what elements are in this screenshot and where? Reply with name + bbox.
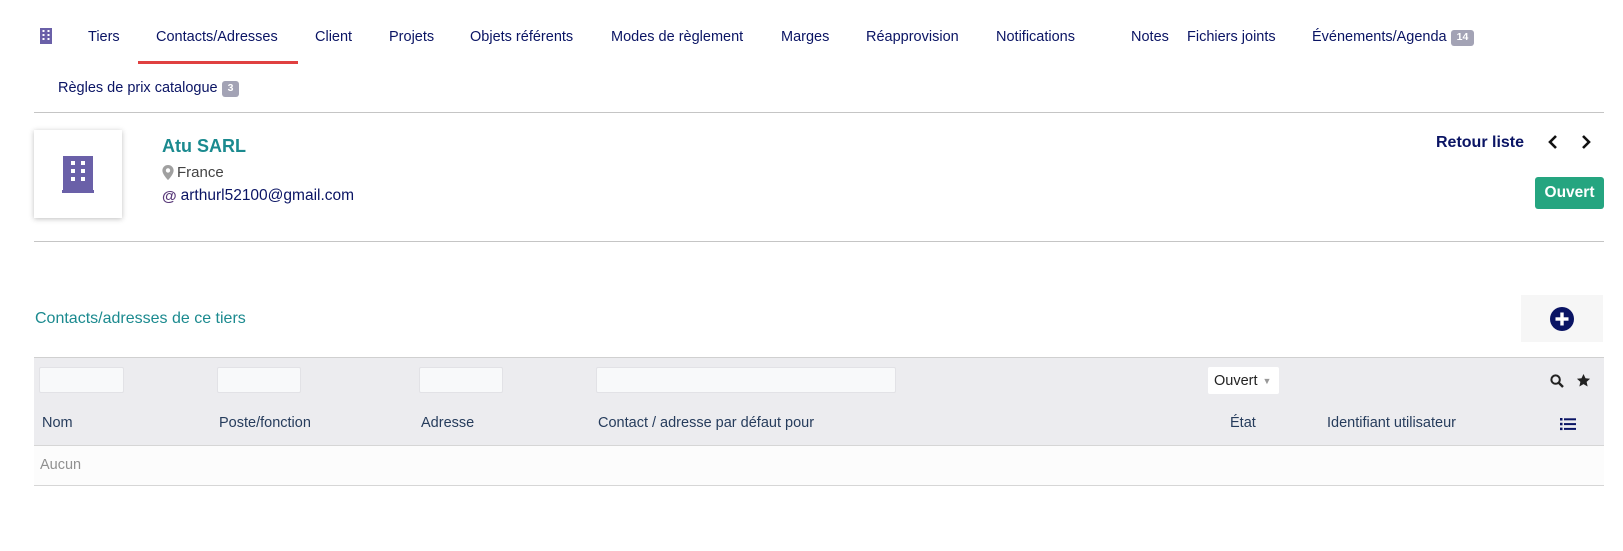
filter-adresse-input[interactable] bbox=[419, 367, 503, 393]
tab-fichiers-joints[interactable]: Fichiers joints bbox=[1187, 29, 1276, 45]
at-icon: @ bbox=[162, 187, 177, 205]
chevron-left-icon[interactable] bbox=[1545, 133, 1561, 151]
column-header-default-contact[interactable]: Contact / adresse par défaut pour bbox=[598, 415, 814, 431]
column-header-nom[interactable]: Nom bbox=[42, 415, 73, 431]
company-country: France bbox=[162, 164, 224, 181]
section-title: Contacts/adresses de ce tiers bbox=[35, 310, 246, 327]
caret-down-icon: ▼ bbox=[1262, 375, 1272, 386]
status-badge: Ouvert bbox=[1535, 177, 1604, 209]
tab-tiers[interactable]: Tiers bbox=[88, 29, 120, 45]
filter-poste-input[interactable] bbox=[217, 367, 301, 393]
tab-label: Notifications bbox=[996, 29, 1075, 45]
filter-status-select[interactable]: Ouvert ▼ bbox=[1208, 367, 1279, 394]
tab-notes[interactable]: Notes bbox=[1131, 29, 1169, 45]
company-avatar bbox=[34, 130, 122, 218]
search-icon[interactable] bbox=[1550, 374, 1564, 388]
tab-contacts-adresses[interactable]: Contacts/Adresses bbox=[156, 29, 278, 45]
company-name: Atu SARL bbox=[162, 136, 246, 156]
table-header: Ouvert ▼ Nom Poste/fonction Adresse Cont… bbox=[34, 357, 1604, 446]
column-header-adresse[interactable]: Adresse bbox=[421, 415, 474, 431]
tab-notifications[interactable]: Notifications bbox=[996, 29, 1075, 45]
tab-label: Notes bbox=[1131, 29, 1169, 45]
tab-label: Projets bbox=[389, 29, 435, 45]
count-badge: 14 bbox=[1450, 30, 1475, 46]
list-icon[interactable] bbox=[1560, 417, 1576, 431]
contacts-table: Ouvert ▼ Nom Poste/fonction Adresse Cont… bbox=[34, 357, 1604, 486]
filter-default-contact-input[interactable] bbox=[596, 367, 896, 393]
count-badge: 3 bbox=[221, 81, 240, 97]
tab-projets[interactable]: Projets bbox=[389, 29, 434, 45]
back-to-list-link[interactable]: Retour liste bbox=[1436, 134, 1524, 152]
tab-evenements-agenda[interactable]: Événements/Agenda 14 bbox=[1312, 29, 1475, 46]
column-header-user-id[interactable]: Identifiant utilisateur bbox=[1327, 415, 1456, 431]
tab-label: Tiers bbox=[88, 29, 120, 45]
table-row: Aucun bbox=[34, 445, 1604, 486]
company-email[interactable]: @ arthurl52100@gmail.com bbox=[162, 187, 354, 205]
tab-bar: Tiers Contacts/Adresses Client Projets O… bbox=[34, 14, 1604, 113]
star-icon[interactable] bbox=[1576, 373, 1591, 388]
tab-label: Client bbox=[315, 29, 353, 45]
building-icon bbox=[62, 155, 94, 193]
tab-label: Règles de prix catalogue bbox=[58, 80, 218, 96]
filter-status-value: Ouvert bbox=[1214, 372, 1258, 389]
tab-label: Marges bbox=[781, 29, 830, 45]
tab-label: Fichiers joints bbox=[1187, 29, 1276, 45]
tab-label: Modes de règlement bbox=[611, 29, 744, 45]
tab-label: Contacts/Adresses bbox=[156, 29, 278, 45]
tab-client[interactable]: Client bbox=[315, 29, 352, 45]
building-icon bbox=[40, 28, 52, 44]
tab-modes-de-reglement[interactable]: Modes de règlement bbox=[611, 29, 743, 45]
column-header-etat[interactable]: État bbox=[1230, 415, 1256, 431]
divider bbox=[34, 241, 1604, 242]
column-header-poste[interactable]: Poste/fonction bbox=[219, 415, 311, 431]
tab-objets-referents[interactable]: Objets référents bbox=[470, 29, 573, 45]
email-link[interactable]: arthurl52100@gmail.com bbox=[181, 187, 354, 205]
map-marker-icon bbox=[162, 165, 174, 180]
tab-regles-de-prix-catalogue[interactable]: Règles de prix catalogue 3 bbox=[58, 80, 240, 97]
tab-label: Objets référents bbox=[470, 29, 574, 45]
add-contact-button[interactable] bbox=[1521, 295, 1603, 342]
filter-nom-input[interactable] bbox=[39, 367, 124, 393]
tab-reapprovision[interactable]: Réapprovision bbox=[866, 29, 959, 45]
empty-placeholder: Aucun bbox=[40, 457, 82, 473]
country-label: France bbox=[177, 164, 224, 181]
active-tab-indicator bbox=[138, 61, 298, 64]
tab-marges[interactable]: Marges bbox=[781, 29, 829, 45]
tab-home-icon[interactable] bbox=[40, 28, 52, 48]
tab-label: Réapprovision bbox=[866, 29, 959, 45]
chevron-right-icon[interactable] bbox=[1578, 133, 1594, 151]
tab-label: Événements/Agenda bbox=[1312, 29, 1447, 45]
plus-circle-icon bbox=[1550, 306, 1574, 331]
